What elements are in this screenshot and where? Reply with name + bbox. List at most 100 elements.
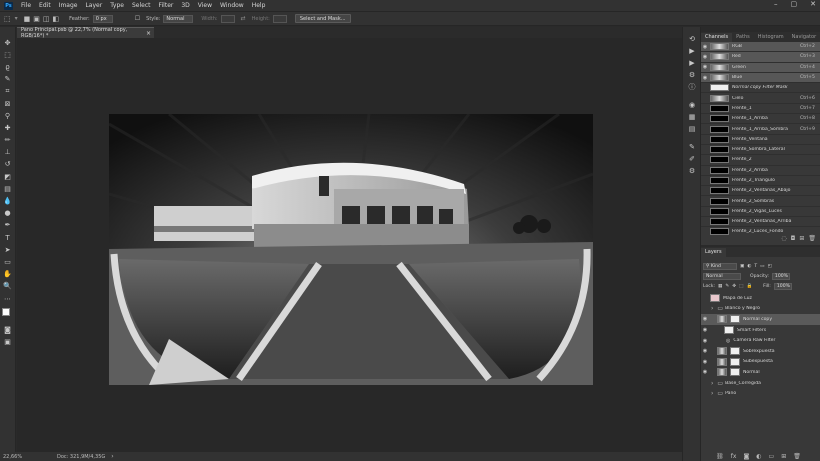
chevron-right-icon[interactable]: › xyxy=(711,305,713,312)
crop-tool-icon[interactable]: ⌗ xyxy=(3,87,12,96)
info-icon[interactable]: ⓘ xyxy=(687,83,697,91)
menu-type[interactable]: Type xyxy=(110,2,124,9)
close-tab-icon[interactable]: × xyxy=(146,30,151,37)
menu-image[interactable]: Image xyxy=(59,2,78,9)
new-group-icon[interactable]: ▭ xyxy=(769,453,775,460)
color-swatches[interactable] xyxy=(1,308,14,321)
eye-icon[interactable]: ◉ xyxy=(701,327,709,333)
marquee-tool-icon[interactable]: ⬚ xyxy=(4,15,11,23)
layer-group-row[interactable]: › ▭ Base_Corregida xyxy=(701,378,820,389)
layer-mask-thumbnail[interactable] xyxy=(730,315,740,324)
layer-row[interactable]: ◉ Normal copy xyxy=(701,314,820,325)
adjustment-layer-icon[interactable]: ◐ xyxy=(756,453,761,460)
chevron-right-icon[interactable]: › xyxy=(111,453,113,460)
eye-icon[interactable]: ◉ xyxy=(701,316,709,322)
play-icon[interactable]: ▶ xyxy=(687,47,697,55)
document-tab[interactable]: Pano Principal.psb @ 22,7% (Normal copy,… xyxy=(17,27,154,39)
swatches-icon[interactable]: ▦ xyxy=(687,113,697,121)
blur-tool-icon[interactable]: 💧 xyxy=(3,197,12,206)
channel-row[interactable]: Frente_2 xyxy=(701,155,820,166)
clone-stamp-tool-icon[interactable]: ⊥ xyxy=(3,148,12,157)
menu-help[interactable]: Help xyxy=(252,2,266,9)
fill-input[interactable]: 100% xyxy=(773,282,792,290)
style-select[interactable]: Normal xyxy=(163,14,194,23)
history-brush-tool-icon[interactable]: ↺ xyxy=(3,160,12,169)
eye-icon[interactable]: ◉ xyxy=(701,348,709,354)
channel-row[interactable]: Frente_2_Triangulo xyxy=(701,176,820,187)
swap-icon[interactable]: ⇄ xyxy=(241,15,246,22)
channel-row[interactable]: Frente_1_Arriba Ctrl+8 xyxy=(701,114,820,125)
eyedropper-tool-icon[interactable]: ⚲ xyxy=(3,112,12,121)
intersect-selection-icon[interactable]: ◧ xyxy=(53,15,60,23)
blend-mode-select[interactable]: Normal xyxy=(703,272,741,280)
channel-row[interactable]: Frente_2_Vigas_Luces xyxy=(701,207,820,218)
foreground-color-swatch[interactable] xyxy=(1,308,10,317)
kind-filter-select[interactable]: ⚲ Kind xyxy=(703,262,737,270)
actions-icon[interactable]: ▶ xyxy=(687,59,697,67)
eraser-tool-icon[interactable]: ◩ xyxy=(3,173,12,182)
menu-edit[interactable]: Edit xyxy=(39,2,51,9)
tab-paths[interactable]: Paths xyxy=(732,33,754,42)
delete-channel-icon[interactable]: 🗑 xyxy=(808,235,816,242)
channel-row[interactable]: ◉ Blue Ctrl+5 xyxy=(701,72,820,84)
channel-row[interactable]: Frente_1 Ctrl+7 xyxy=(701,104,820,115)
layer-mask-thumbnail[interactable] xyxy=(730,357,740,366)
menu-layer[interactable]: Layer xyxy=(85,2,102,9)
channel-row[interactable]: Frente_2_Ventanas_Arriba xyxy=(701,217,820,228)
lock-pixels-icon[interactable]: ▦ xyxy=(718,284,722,289)
lasso-tool-icon[interactable]: ϱ xyxy=(3,63,12,72)
path-select-tool-icon[interactable]: ➤ xyxy=(3,246,12,255)
layer-row[interactable]: ◉ Normal xyxy=(701,367,820,378)
channel-row[interactable]: Normal copy Filter Mask xyxy=(701,83,820,94)
layer-row[interactable]: ◉ Smart Filters xyxy=(701,325,820,336)
width-input[interactable] xyxy=(220,14,235,23)
rectangle-tool-icon[interactable]: ▭ xyxy=(3,258,12,267)
brushes-icon[interactable]: ✐ xyxy=(687,155,697,163)
delete-layer-icon[interactable]: 🗑 xyxy=(793,453,801,460)
height-input[interactable] xyxy=(272,14,287,23)
add-mask-icon[interactable]: ◙ xyxy=(743,453,749,460)
gradients-icon[interactable]: ▤ xyxy=(687,125,697,133)
filter-type-icon[interactable]: T xyxy=(754,264,757,269)
frame-tool-icon[interactable]: ⊠ xyxy=(3,100,12,109)
menu-file[interactable]: File xyxy=(21,2,31,9)
tab-layers[interactable]: Layers xyxy=(701,248,726,257)
properties-icon[interactable]: ⚙ xyxy=(687,71,697,79)
history-icon[interactable]: ⟲ xyxy=(687,35,697,43)
chevron-right-icon[interactable]: › xyxy=(711,390,713,397)
channel-row[interactable]: Frente_1_Arriba_Sombra Ctrl+9 xyxy=(701,124,820,135)
select-and-mask-button[interactable]: Select and Mask... xyxy=(294,14,351,23)
eye-icon[interactable]: ◉ xyxy=(701,44,709,50)
marquee-tool-icon[interactable]: ⬚ xyxy=(3,51,12,60)
add-selection-icon[interactable]: ▣ xyxy=(33,15,40,23)
dodge-tool-icon[interactable]: ● xyxy=(3,209,12,218)
layer-mask-thumbnail[interactable] xyxy=(730,347,740,356)
brush-settings-icon[interactable]: ✎ xyxy=(687,143,697,151)
filter-smart-icon[interactable]: ◰ xyxy=(768,264,772,269)
pen-tool-icon[interactable]: ✒ xyxy=(3,221,12,230)
eye-icon[interactable]: ◉ xyxy=(701,359,709,365)
channel-row[interactable]: ◉ Red Ctrl+3 xyxy=(701,52,820,63)
eye-icon[interactable]: ◉ xyxy=(701,54,709,60)
filter-adjustment-icon[interactable]: ◐ xyxy=(747,264,751,269)
healing-brush-tool-icon[interactable]: ✚ xyxy=(3,124,12,133)
chevron-right-icon[interactable]: › xyxy=(711,380,713,387)
save-selection-icon[interactable]: ◘ xyxy=(791,235,796,242)
channel-row[interactable]: Frente_Sombra_Lateral xyxy=(701,145,820,156)
document-image[interactable] xyxy=(109,114,593,385)
feather-input[interactable]: 0 px xyxy=(92,14,113,23)
layer-row[interactable]: ◉ ◎ Camera Raw Filter xyxy=(701,335,820,346)
eye-icon[interactable]: ◉ xyxy=(701,338,709,344)
filter-shape-icon[interactable]: ▭ xyxy=(760,264,764,269)
menu-select[interactable]: Select xyxy=(132,2,151,9)
adjustments-icon[interactable]: ⚙ xyxy=(687,167,697,175)
tab-channels[interactable]: Channels xyxy=(701,33,733,42)
type-tool-icon[interactable]: T xyxy=(3,234,12,243)
menu-view[interactable]: View xyxy=(198,2,212,9)
quick-mask-icon[interactable]: ◙ xyxy=(3,326,12,335)
lock-move-icon[interactable]: ✥ xyxy=(732,284,736,289)
close-icon[interactable]: ✕ xyxy=(810,0,816,8)
zoom-tool-icon[interactable]: 🔍 xyxy=(3,282,12,291)
tab-navigator[interactable]: Navigator xyxy=(788,33,820,42)
maximize-icon[interactable]: ▢ xyxy=(791,0,798,8)
